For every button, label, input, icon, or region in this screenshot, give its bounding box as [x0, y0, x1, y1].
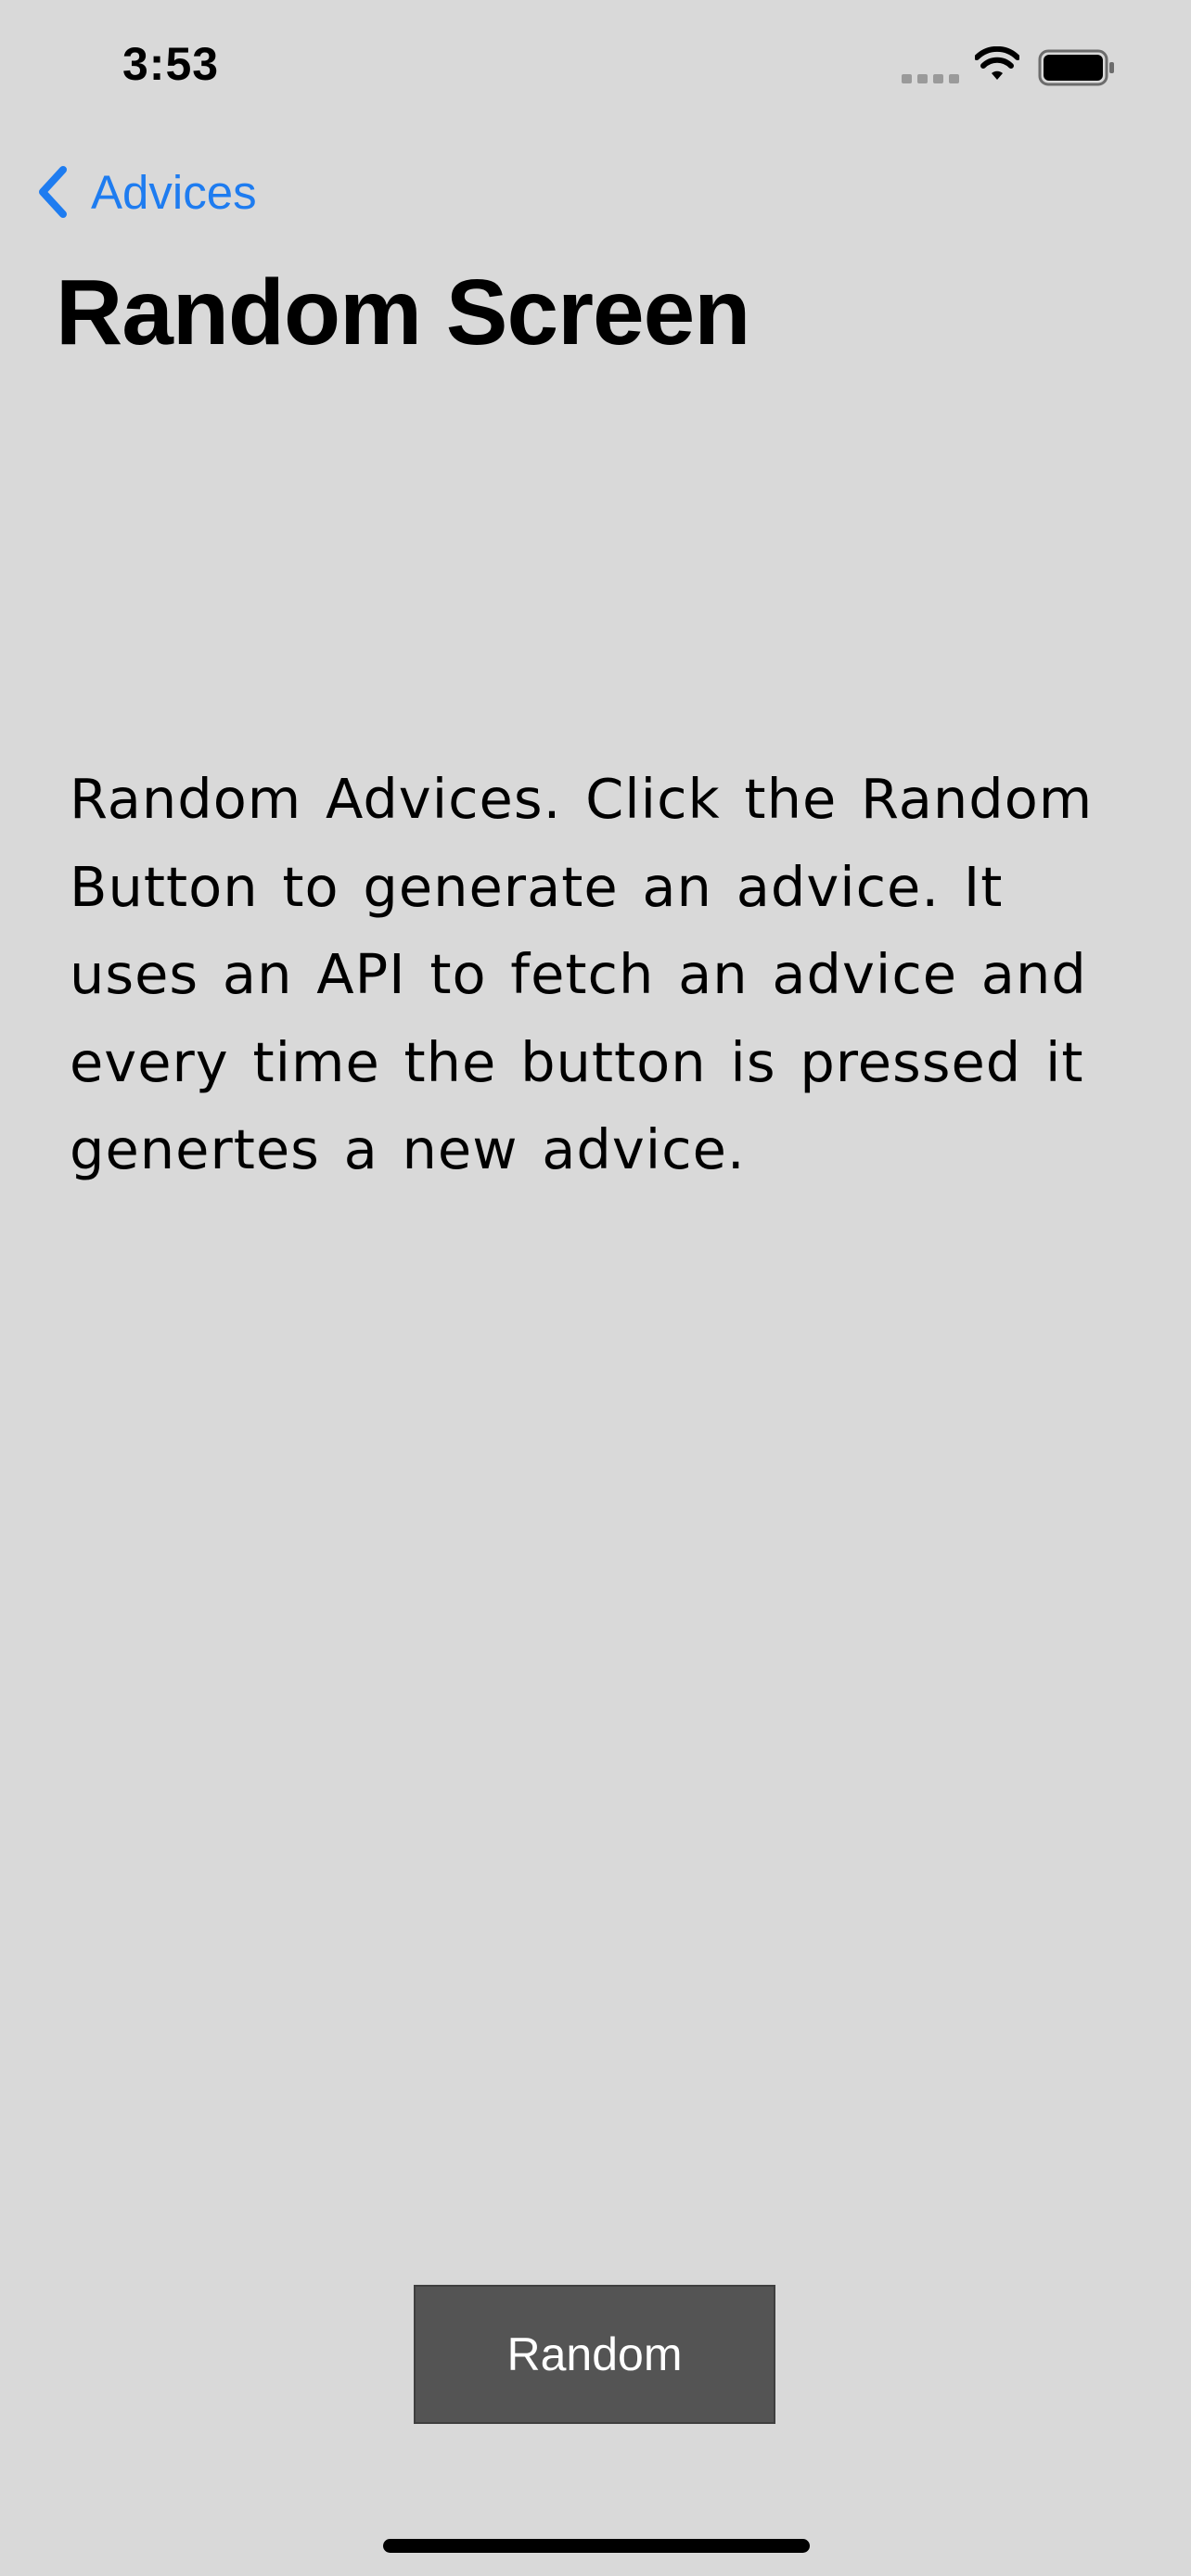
chevron-left-icon: [39, 166, 67, 218]
random-button-label: Random: [506, 2328, 683, 2380]
home-indicator[interactable]: [383, 2539, 810, 2553]
advice-description: Random Advices. Click the Random Button …: [70, 767, 1094, 1181]
status-bar: 3:53: [0, 0, 1191, 130]
wifi-icon: [975, 46, 1019, 80]
back-button[interactable]: Advices: [33, 159, 257, 224]
back-button-label: Advices: [91, 165, 257, 219]
page-title: Random Screen: [56, 261, 750, 364]
status-time: 3:53: [122, 38, 220, 90]
battery-icon: [1038, 49, 1114, 86]
cellular-signal-icon: [902, 74, 959, 83]
random-button[interactable]: Random: [414, 2285, 775, 2424]
